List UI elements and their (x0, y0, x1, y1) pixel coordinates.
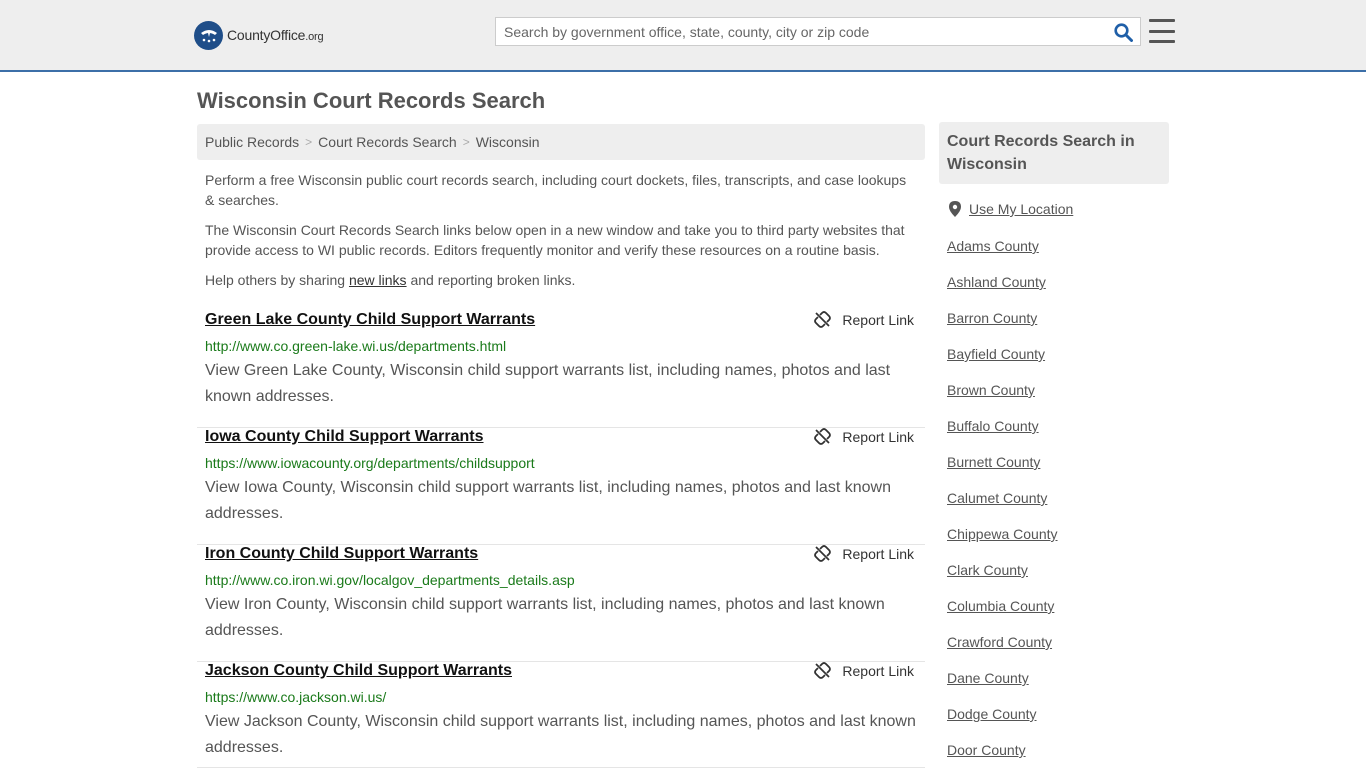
broken-link-icon (814, 311, 832, 328)
broken-link-icon (814, 545, 832, 562)
sidebar-county-link[interactable]: Chippewa County (947, 526, 1058, 542)
logo-text: CountyOffice.org (227, 27, 324, 43)
intro-text: Help others by sharing (205, 272, 349, 288)
sidebar-county-link[interactable]: Adams County (947, 238, 1039, 254)
result-item: Green Lake County Child Support Warrants… (197, 311, 925, 428)
sidebar-county-link[interactable]: Buffalo County (947, 418, 1039, 434)
result-description: View Jackson County, Wisconsin child sup… (205, 713, 916, 756)
result-item: Jackson County Child Support Warrants Re… (197, 662, 925, 768)
intro-paragraph-1: Perform a free Wisconsin public court re… (205, 172, 907, 208)
breadcrumb-separator: > (305, 135, 313, 149)
result-item: Iowa County Child Support Warrants Repor… (197, 428, 925, 545)
result-item: Iron County Child Support Warrants Repor… (197, 545, 925, 662)
logo-seal-icon (194, 20, 223, 50)
intro-paragraph-3: Help others by sharing new links and rep… (205, 270, 917, 290)
sidebar-county-link[interactable]: Bayfield County (947, 346, 1045, 362)
report-link-button[interactable]: Report Link (814, 545, 914, 562)
sidebar-county-link[interactable]: Barron County (947, 310, 1037, 326)
sidebar-county-link[interactable]: Ashland County (947, 274, 1046, 290)
intro-text: and reporting broken links. (406, 272, 576, 288)
search-button[interactable] (1112, 21, 1134, 43)
result-title-link[interactable]: Green Lake County Child Support Warrants (205, 311, 535, 329)
result-title-link[interactable]: Jackson County Child Support Warrants (205, 662, 512, 680)
breadcrumb-separator: > (462, 135, 470, 149)
sidebar-county-link[interactable]: Door County (947, 742, 1026, 758)
report-link-label: Report Link (842, 545, 914, 562)
report-link-label: Report Link (842, 662, 914, 679)
result-description: View Iowa County, Wisconsin child suppor… (205, 479, 891, 522)
breadcrumb-public-records[interactable]: Public Records (205, 134, 299, 150)
site-logo[interactable]: CountyOffice.org (194, 20, 324, 50)
intro-paragraph-2: The Wisconsin Court Records Search links… (205, 222, 905, 258)
sidebar-county-link[interactable]: Clark County (947, 562, 1028, 578)
sidebar-county-link[interactable]: Dane County (947, 670, 1029, 686)
result-url: http://www.co.green-lake.wi.us/departmen… (205, 338, 507, 354)
breadcrumb-wisconsin[interactable]: Wisconsin (476, 134, 540, 150)
report-link-button[interactable]: Report Link (814, 662, 914, 679)
result-description: View Iron County, Wisconsin child suppor… (205, 596, 885, 639)
hamburger-menu-icon[interactable] (1149, 19, 1175, 43)
report-link-label: Report Link (842, 428, 914, 445)
result-url: http://www.co.iron.wi.gov/localgov_depar… (205, 572, 575, 588)
sidebar-county-link[interactable]: Columbia County (947, 598, 1054, 614)
page-title: Wisconsin Court Records Search (197, 88, 546, 113)
logo-text-org: .org (305, 31, 324, 43)
site-header: CountyOffice.org (0, 0, 1366, 72)
report-link-button[interactable]: Report Link (814, 428, 914, 445)
use-my-location[interactable]: Use My Location (949, 201, 1073, 217)
report-link-label: Report Link (842, 311, 914, 328)
sidebar-county-link[interactable]: Crawford County (947, 634, 1052, 650)
report-link-button[interactable]: Report Link (814, 311, 914, 328)
sidebar-heading: Court Records Search in Wisconsin (939, 122, 1169, 184)
map-pin-icon (949, 201, 961, 217)
sidebar-county-link[interactable]: Calumet County (947, 490, 1047, 506)
broken-link-icon (814, 428, 832, 445)
result-title-link[interactable]: Iowa County Child Support Warrants (205, 428, 484, 446)
new-links-link[interactable]: new links (349, 272, 407, 288)
sidebar-county-link[interactable]: Brown County (947, 382, 1035, 398)
search-input[interactable] (496, 18, 1106, 45)
logo-text-main: CountyOffice (227, 27, 306, 43)
result-title-link[interactable]: Iron County Child Support Warrants (205, 545, 478, 563)
breadcrumb-court-records-search[interactable]: Court Records Search (318, 134, 457, 150)
result-url: https://www.co.jackson.wi.us/ (205, 689, 387, 705)
search-box (495, 17, 1141, 46)
broken-link-icon (814, 662, 832, 679)
result-description: View Green Lake County, Wisconsin child … (205, 362, 891, 405)
result-url: https://www.iowacounty.org/departments/c… (205, 455, 535, 471)
use-my-location-link[interactable]: Use My Location (969, 201, 1073, 217)
sidebar-county-link[interactable]: Burnett County (947, 454, 1040, 470)
search-icon (1113, 22, 1133, 42)
sidebar-county-link[interactable]: Dodge County (947, 706, 1037, 722)
breadcrumb: Public Records > Court Records Search > … (197, 124, 925, 160)
